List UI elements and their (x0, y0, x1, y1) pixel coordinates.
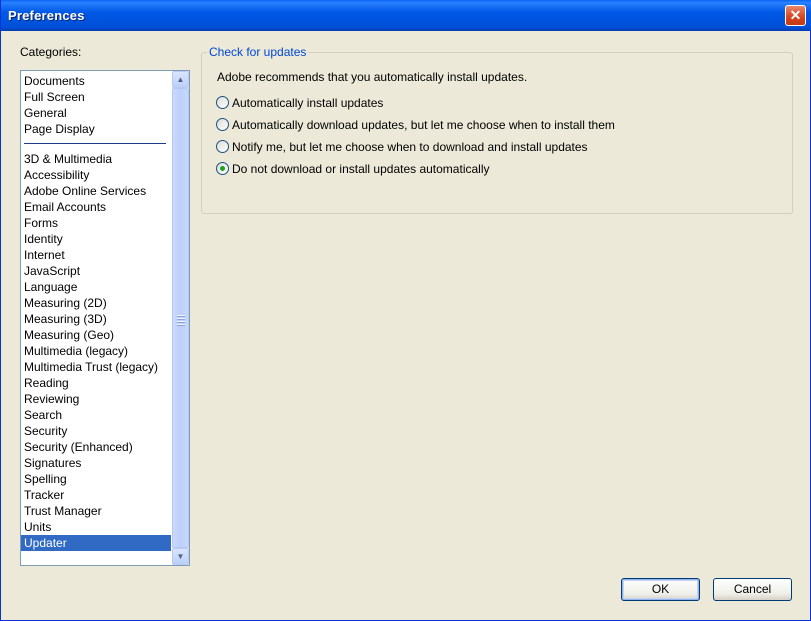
window-title: Preferences (8, 8, 85, 23)
list-item[interactable]: 3D & Multimedia (21, 151, 171, 167)
radio-button[interactable] (216, 140, 229, 153)
list-item[interactable]: Multimedia (legacy) (21, 343, 171, 359)
preferences-dialog: Preferences ✕ Categories: Documents Full … (0, 0, 811, 621)
close-button[interactable]: ✕ (785, 5, 806, 26)
list-item[interactable]: Updater (21, 535, 171, 551)
list-item[interactable]: Tracker (21, 487, 171, 503)
update-description: Adobe recommends that you automatically … (217, 70, 528, 84)
close-icon: ✕ (789, 7, 802, 23)
list-item[interactable]: Reading (21, 375, 171, 391)
scroll-down-button[interactable]: ▼ (172, 548, 189, 565)
categories-label: Categories: (20, 45, 82, 59)
list-item[interactable]: Units (21, 519, 171, 535)
scroll-up-button[interactable]: ▲ (172, 71, 189, 88)
grip-icon (177, 315, 185, 327)
cancel-button[interactable]: Cancel (713, 578, 792, 601)
list-item[interactable]: Page Display (21, 121, 171, 137)
list-item[interactable]: Security (21, 423, 171, 439)
list-item[interactable]: Adobe Online Services (21, 183, 171, 199)
categories-items: Documents Full Screen General Page Display 3… (21, 73, 171, 551)
list-item[interactable]: Search (21, 407, 171, 423)
radio-label: Automatically install updates (232, 96, 384, 110)
list-item[interactable]: Identity (21, 231, 171, 247)
list-item[interactable]: JavaScript (21, 263, 171, 279)
radio-label: Automatically download updates, but let … (232, 118, 615, 132)
list-item[interactable]: Signatures (21, 455, 171, 471)
list-item[interactable]: Trust Manager (21, 503, 171, 519)
list-item[interactable]: Forms (21, 215, 171, 231)
list-item[interactable]: Language (21, 279, 171, 295)
list-separator (21, 137, 171, 151)
scroll-thumb[interactable] (172, 88, 189, 548)
chevron-down-icon: ▼ (176, 552, 185, 561)
title-bar[interactable]: Preferences ✕ (1, 0, 811, 31)
chevron-up-icon: ▲ (176, 75, 185, 84)
radio-button[interactable] (216, 118, 229, 131)
list-item[interactable]: Internet (21, 247, 171, 263)
radio-button[interactable] (216, 96, 229, 109)
list-scrollbar[interactable]: ▲ ▼ (172, 71, 189, 565)
ok-button[interactable]: OK (621, 578, 700, 601)
categories-list[interactable]: Documents Full Screen General Page Display 3… (20, 70, 190, 566)
list-item[interactable]: Email Accounts (21, 199, 171, 215)
group-title: Check for updates (207, 45, 309, 59)
list-item[interactable]: Measuring (3D) (21, 311, 171, 327)
radio-button-selected[interactable] (216, 162, 229, 175)
list-item[interactable]: General (21, 105, 171, 121)
list-item[interactable]: Measuring (Geo) (21, 327, 171, 343)
radio-label: Notify me, but let me choose when to dow… (232, 140, 588, 154)
list-item[interactable]: Measuring (2D) (21, 295, 171, 311)
list-item[interactable]: Multimedia Trust (legacy) (21, 359, 171, 375)
list-item[interactable]: Accessibility (21, 167, 171, 183)
list-item[interactable]: Spelling (21, 471, 171, 487)
list-item[interactable]: Documents (21, 73, 171, 89)
list-item[interactable]: Security (Enhanced) (21, 439, 171, 455)
radio-label: Do not download or install updates autom… (232, 162, 490, 176)
list-item[interactable]: Full Screen (21, 89, 171, 105)
list-item[interactable]: Reviewing (21, 391, 171, 407)
